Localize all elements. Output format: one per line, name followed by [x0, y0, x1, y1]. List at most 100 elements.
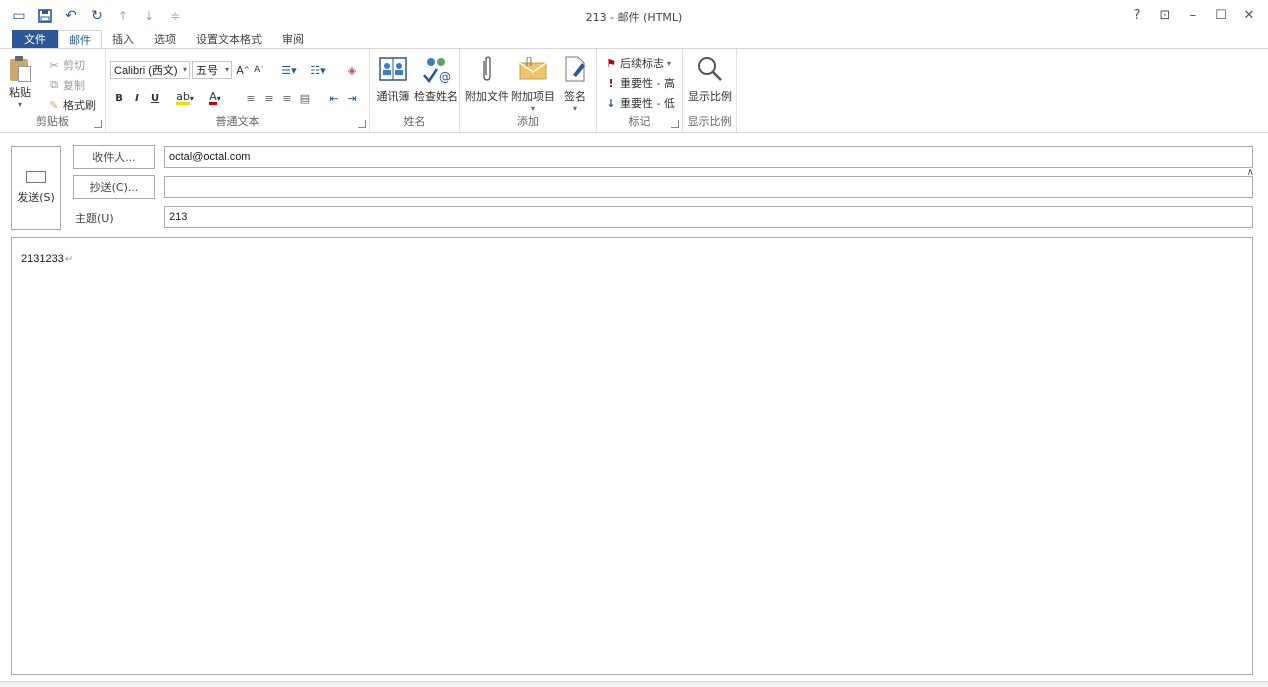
down-arrow-icon: ↓ — [606, 96, 616, 110]
zoom-button[interactable]: 显示比例 — [687, 53, 733, 104]
high-importance-button[interactable]: ! 重要性 - 高 — [605, 75, 674, 91]
subject-field[interactable]: 213 — [164, 206, 1253, 228]
tab-review[interactable]: 审阅 — [272, 30, 314, 48]
envelope-attach-icon — [517, 53, 549, 85]
tab-options[interactable]: 选项 — [144, 30, 186, 48]
font-size-value: 五号 — [196, 65, 218, 77]
low-importance-button[interactable]: ↓ 重要性 - 低 — [605, 95, 675, 111]
tab-message[interactable]: 邮件 — [58, 30, 102, 48]
minimize-button[interactable]: – — [1182, 6, 1204, 24]
attach-file-button[interactable]: 附加文件 — [464, 53, 510, 104]
format-painter-icon: ✎ — [49, 98, 59, 112]
grow-font-icon[interactable]: A ^ — [236, 61, 250, 79]
paste-label: 粘贴 — [9, 86, 31, 99]
tab-file[interactable]: 文件 — [12, 30, 58, 48]
send-button[interactable]: 发送(S) — [11, 146, 61, 230]
font-name-value: Calibri (西文) — [114, 65, 178, 77]
clipboard-group: 粘贴 ▾ ✂ 剪切 ⧉ 复制 ✎ 格式刷 剪贴板 — [0, 49, 106, 132]
address-book-icon — [377, 53, 409, 85]
tags-group-label: 标记 — [628, 115, 651, 128]
zoom-group-label: 显示比例 — [687, 115, 732, 128]
attach-file-label: 附加文件 — [465, 90, 509, 103]
title-bar: ▭ ↶ ↻ ↑ ↓ ≑ 213 - 邮件 (HTML) ? ⊡ – ☐ ✕ — [0, 0, 1268, 30]
basic-text-group-label: 普通文本 — [215, 115, 260, 128]
align-center-icon[interactable]: ≡ — [262, 89, 276, 107]
check-names-button[interactable]: @ 检查姓名 — [414, 53, 458, 104]
to-field[interactable]: octal@octal.com — [164, 146, 1253, 168]
numbering-icon[interactable]: ☷▾ — [304, 61, 332, 79]
message-body[interactable]: 2131233↵ — [11, 237, 1253, 675]
chevron-down-icon: ▾ — [182, 65, 187, 74]
message-body-text: 2131233 — [21, 253, 64, 265]
cut-label: 剪切 — [63, 59, 85, 72]
tab-format-text[interactable]: 设置文本格式 — [186, 30, 272, 48]
align-left-icon[interactable]: ≡ — [244, 89, 258, 107]
font-color-icon[interactable]: A ▾ — [202, 89, 228, 107]
clipboard-dialog-launcher-icon[interactable] — [94, 120, 102, 128]
copy-button[interactable]: ⧉ 复制 — [48, 77, 85, 93]
tab-insert[interactable]: 插入 — [102, 30, 144, 48]
names-group-label: 姓名 — [403, 115, 426, 128]
bold-icon[interactable]: B — [112, 89, 126, 107]
copy-icon: ⧉ — [50, 78, 58, 91]
flag-icon: ⚑ — [606, 56, 616, 70]
tags-group: ⚑ 后续标志 ▾ ! 重要性 - 高 ↓ 重要性 - 低 标记 — [597, 49, 683, 132]
include-group: 附加文件 附加项目 ▾ 签名 ▾ 添加 — [460, 49, 597, 132]
underline-icon[interactable]: U — [148, 89, 162, 107]
font-name-combo[interactable]: Calibri (西文) ▾ — [110, 61, 190, 79]
attach-item-label: 附加项目 — [511, 90, 555, 103]
close-button[interactable]: ✕ — [1238, 6, 1260, 24]
low-importance-label: 重要性 - 低 — [620, 97, 675, 110]
decrease-indent-icon[interactable]: ⇤ — [326, 89, 342, 107]
include-group-label: 添加 — [517, 115, 539, 128]
maximize-button[interactable]: ☐ — [1210, 6, 1232, 24]
signature-label: 签名 — [564, 90, 586, 103]
align-right-icon[interactable]: ≡ — [280, 89, 294, 107]
follow-up-button[interactable]: ⚑ 后续标志 ▾ — [605, 55, 671, 71]
bullets-icon[interactable]: ☰▾ — [276, 61, 302, 79]
paperclip-icon — [471, 53, 503, 85]
paste-button[interactable]: 粘贴 ▾ — [6, 55, 34, 109]
basic-text-dialog-launcher-icon[interactable] — [358, 120, 366, 128]
copy-label: 复制 — [63, 79, 85, 92]
status-bar — [0, 681, 1268, 687]
ribbon-tabs: 文件 邮件 插入 选项 设置文本格式 审阅 — [0, 30, 1268, 48]
signature-icon — [559, 53, 591, 85]
signature-button[interactable]: 签名 ▾ — [558, 53, 592, 113]
italic-icon[interactable]: I — [130, 89, 144, 107]
shrink-font-icon[interactable]: Aˇ — [252, 61, 266, 79]
increase-indent-icon[interactable]: ⇥ — [344, 89, 360, 107]
cc-field[interactable] — [164, 176, 1253, 198]
paste-icon — [8, 55, 32, 83]
paragraph-mark-icon: ↵ — [64, 254, 74, 265]
send-label: 发送(S) — [17, 191, 55, 204]
names-group: 通讯簿 @ 检查姓名 姓名 — [370, 49, 460, 132]
scissors-icon: ✂ — [49, 58, 59, 72]
clear-formatting-icon[interactable]: ◈ — [344, 61, 360, 79]
follow-up-label: 后续标志 — [620, 57, 664, 70]
zoom-group: 显示比例 显示比例 — [683, 49, 737, 132]
chevron-down-icon: ▾ — [530, 104, 535, 113]
ribbon: 粘贴 ▾ ✂ 剪切 ⧉ 复制 ✎ 格式刷 剪贴板 Calibri (西文) ▾ … — [0, 48, 1268, 178]
chevron-down-icon: ▾ — [667, 58, 672, 68]
font-size-combo[interactable]: 五号 ▾ — [192, 61, 232, 79]
message-body-text-line: 2131233↵ — [21, 253, 73, 265]
svg-text:@: @ — [439, 70, 451, 83]
chevron-down-icon: ▾ — [224, 65, 229, 74]
paste-dropdown-icon[interactable]: ▾ — [6, 100, 34, 109]
to-button[interactable]: 收件人... — [73, 145, 155, 169]
format-painter-label: 格式刷 — [63, 99, 96, 112]
tags-dialog-launcher-icon[interactable] — [671, 120, 679, 128]
help-button[interactable]: ? — [1126, 6, 1148, 24]
cc-button[interactable]: 抄送(C)... — [73, 175, 155, 199]
ribbon-display-options-button[interactable]: ⊡ — [1154, 6, 1176, 24]
address-book-button[interactable]: 通讯簿 — [374, 53, 412, 104]
highlight-color-icon[interactable]: ab ▾ — [172, 89, 198, 107]
justify-icon[interactable]: ▤ — [298, 89, 312, 107]
format-painter-button[interactable]: ✎ 格式刷 — [48, 97, 96, 113]
window-title: 213 - 邮件 (HTML) — [585, 11, 683, 24]
cut-button[interactable]: ✂ 剪切 — [48, 57, 85, 73]
chevron-down-icon: ▾ — [572, 104, 577, 113]
clipboard-group-label: 剪贴板 — [36, 115, 69, 128]
attach-item-button[interactable]: 附加项目 ▾ — [510, 53, 556, 113]
